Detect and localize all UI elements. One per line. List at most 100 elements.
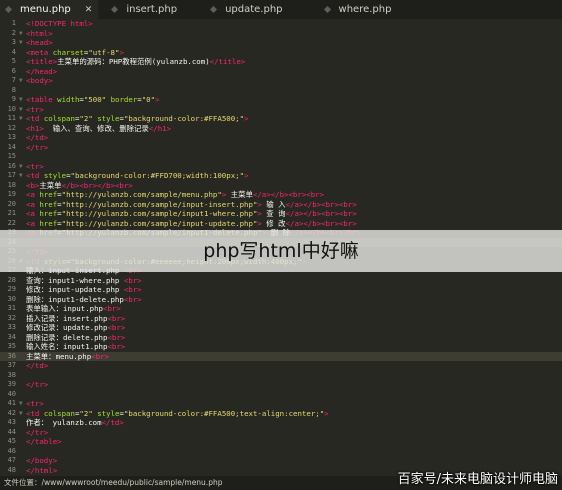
code-line[interactable]: 40 (0, 390, 562, 400)
code-line[interactable]: 13 </td> (0, 133, 562, 143)
code-token: <tr> (26, 399, 44, 408)
code-text: <title>主菜单的源码：PHP教程范例(yulanzb.com)</titl… (26, 57, 245, 67)
code-line[interactable]: 22 <a href="http://yulanzb.com/sample/inp… (0, 219, 562, 229)
status-path: 文件位置：/www/wwwroot/meedu/public/sample/me… (4, 478, 223, 487)
code-token: 删除：input1-delete.php (26, 294, 124, 304)
code-text: <td colspan="2" style="background-color:… (26, 409, 329, 419)
code-token: 输入姓名：input1.php (26, 342, 108, 351)
code-line[interactable]: 11 ▼ <td colspan="2" style="background-col… (0, 114, 562, 124)
code-line[interactable]: 28 查询：input1-where.php <br> (0, 276, 562, 286)
code-text: 表单输入：input.php<br> (26, 304, 121, 314)
code-text: </tr> (26, 143, 48, 153)
code-token: 作者： yulanzb.com (26, 418, 102, 427)
code-line[interactable]: 44 </tr> (0, 428, 562, 438)
fold-toggle-icon[interactable]: ▼ (19, 38, 23, 48)
code-line[interactable]: 42 ▼ <td colspan="2" style="background-col… (0, 409, 562, 419)
line-number: 16 (7, 161, 16, 170)
code-token: 主菜单 (39, 180, 62, 190)
code-line[interactable]: 19 <a href="http://yulanzb.com/sample/men… (0, 190, 562, 200)
code-line[interactable]: 16 ▼ <tr> (0, 162, 562, 172)
code-line[interactable]: 33 修改记录：update.php<br> (0, 323, 562, 333)
line-number: 46 (7, 446, 16, 455)
line-number: 43 (7, 418, 16, 426)
line-number: 30 (7, 294, 16, 303)
fold-toggle-icon[interactable]: ▼ (19, 114, 23, 124)
code-text: 查询：input1-where.php <br> (26, 276, 142, 286)
code-token: </table> (26, 437, 62, 446)
tab-insert-php[interactable]: insert.php (106, 0, 183, 19)
code-text: <head> (26, 38, 53, 48)
fold-toggle-icon[interactable]: ▼ (19, 95, 23, 105)
line-number: 6 (11, 66, 16, 75)
code-token: <br> (107, 323, 126, 332)
code-line[interactable]: 41 ▼ <tr> (0, 399, 562, 409)
code-text: </tr> (26, 428, 48, 438)
code-line[interactable]: 47 </body> (0, 456, 562, 466)
tab-label: insert.php (126, 4, 178, 15)
tab-update-php[interactable]: update.php (205, 0, 288, 19)
code-line[interactable]: 2 ▼ <html> (0, 29, 562, 39)
line-number: 18 (7, 180, 16, 189)
close-icon[interactable]: ✕ (85, 5, 93, 15)
code-token: "background-color:#FFD700;width:100px;" (70, 171, 245, 180)
code-token: colspan (43, 408, 75, 418)
code-line[interactable]: 12 <h1> 输入、查询、修改、删除记录</h1> (0, 124, 562, 134)
code-token: > (119, 47, 124, 57)
code-line[interactable]: 36 主菜单：menu.php<br> (0, 351, 562, 361)
caption-text: php写html中好嘛 (203, 240, 359, 262)
code-line[interactable]: 5 <title>主菜单的源码：PHP教程范例(yulanzb.com)</tit… (0, 57, 562, 67)
code-line[interactable]: 20 <a href="http://yulanzb.com/sample/inp… (0, 200, 562, 210)
line-number: 29 (7, 285, 16, 293)
fold-toggle-icon[interactable]: ▼ (19, 162, 23, 172)
tab-where-php[interactable]: where.php (319, 0, 398, 19)
code-line[interactable]: 38 (0, 371, 562, 381)
code-line[interactable]: 15 (0, 152, 562, 162)
fold-toggle-icon[interactable]: ▼ (19, 29, 23, 39)
tab-label: where.php (338, 4, 392, 15)
code-line[interactable]: 37 </td> (0, 361, 562, 371)
fold-toggle-icon[interactable]: ▼ (19, 105, 23, 115)
code-line[interactable]: 32 插入记录：insert.php<br> (0, 314, 562, 324)
code-text: 修改记录：update.php<br> (26, 323, 125, 333)
line-number: 36 (7, 351, 16, 360)
line-number: 34 (7, 332, 16, 341)
fold-toggle-icon[interactable]: ▼ (19, 399, 23, 409)
code-line[interactable]: 31 表单输入：input.php<br> (0, 304, 562, 314)
code-token: <br> (103, 304, 121, 313)
code-line[interactable]: 39 </tr> (0, 380, 562, 390)
code-line[interactable]: 46 (0, 447, 562, 457)
code-line[interactable]: 29 修改：input-update.php <br> (0, 285, 562, 295)
code-line[interactable]: 45 </table> (0, 437, 562, 447)
code-line[interactable]: 21 <a href="http://yulanzb.com/sample/inp… (0, 209, 562, 219)
code-token: </td> (26, 361, 49, 370)
tab-menu-php[interactable]: menu.php ✕ (0, 0, 99, 19)
code-token: href (39, 218, 58, 228)
code-line[interactable]: 35 输入姓名：input1.php<br> (0, 342, 562, 352)
code-line[interactable]: 14 </tr> (0, 143, 562, 153)
code-line[interactable]: 17 ▼ <td style="background-color:#FFD700;w… (0, 171, 562, 181)
code-line[interactable]: 8 (0, 86, 562, 96)
file-icon (4, 5, 13, 14)
code-line[interactable]: 18 <b>主菜单</b><br></b><br> (0, 181, 562, 191)
code-token: <a (26, 218, 40, 228)
code-line[interactable]: 43 作者： yulanzb.com</td> (0, 418, 562, 428)
fold-toggle-icon[interactable]: ▼ (19, 171, 23, 181)
fold-toggle-icon[interactable]: ▼ (19, 76, 23, 86)
code-line[interactable]: 7 ▼ <body> (0, 76, 562, 86)
code-line[interactable]: 30 删除：input1-delete.php<br> (0, 295, 562, 305)
code-text: <a href="http://yulanzb.com/sample/menu.… (26, 190, 324, 200)
code-line[interactable]: 9 ▼ <table width="500" border="0"> (0, 95, 562, 105)
code-line[interactable]: 10 ▼ <tr> (0, 105, 562, 115)
code-line[interactable]: 34 删除记录：delete.php<br> (0, 333, 562, 343)
code-line[interactable]: 1 <!DOCTYPE html> (0, 19, 562, 29)
code-line[interactable]: 4 <meta charset="utf-8"> (0, 48, 562, 58)
code-line[interactable]: 6 </head> (0, 67, 562, 77)
code-token: 主菜单的源码：PHP教程范例(yulanzb.com) (57, 57, 210, 66)
fold-toggle-icon[interactable]: ▼ (19, 409, 23, 419)
code-text: <td style="background-color:#FFD700;widt… (26, 171, 249, 181)
code-text: <!DOCTYPE html> (26, 19, 93, 29)
code-line[interactable]: 3 ▼ <head> (0, 38, 562, 48)
code-token: <body> (26, 76, 53, 85)
code-token: > (244, 171, 249, 180)
code-token: <br> (123, 294, 142, 304)
